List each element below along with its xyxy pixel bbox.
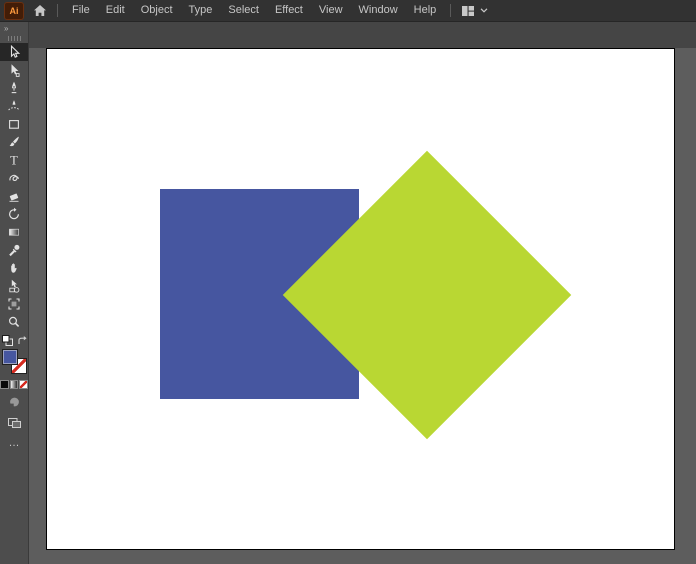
direct-selection-tool[interactable] xyxy=(0,61,28,79)
rectangle-tool[interactable] xyxy=(0,115,28,133)
color-mode-button[interactable] xyxy=(0,380,9,389)
workspace-switcher[interactable] xyxy=(457,5,492,17)
default-swatches-icon xyxy=(1,334,14,347)
menu-edit[interactable]: Edit xyxy=(98,0,133,21)
svg-text:T: T xyxy=(10,153,18,167)
type-tool[interactable]: T xyxy=(0,151,28,169)
menubar-divider xyxy=(450,4,451,17)
menu-select[interactable]: Select xyxy=(220,0,267,21)
selection-tool[interactable] xyxy=(0,43,28,61)
pasteboard[interactable] xyxy=(29,48,696,564)
zoom-tool[interactable] xyxy=(0,313,28,331)
document-area xyxy=(29,22,696,564)
collapse-panel-button[interactable]: » xyxy=(0,22,28,33)
menu-effect[interactable]: Effect xyxy=(267,0,311,21)
paintbrush-tool[interactable] xyxy=(0,133,28,151)
color-mode-buttons xyxy=(0,380,28,389)
menu-view[interactable]: View xyxy=(311,0,351,21)
paintbrush-icon xyxy=(7,135,21,149)
tools-panel: » xyxy=(0,22,29,564)
selection-arrow-icon xyxy=(7,45,21,59)
crop-corners-icon xyxy=(7,297,21,311)
illustrator-window: Ai File Edit Object Type Select Effect V… xyxy=(0,0,696,564)
eraser-tool[interactable] xyxy=(0,187,28,205)
direct-selection-arrow-icon xyxy=(7,63,21,77)
shaper-loop-icon xyxy=(7,171,21,185)
menu-help[interactable]: Help xyxy=(406,0,445,21)
cursor-shapes-icon xyxy=(7,279,21,293)
fill-stroke-indicator xyxy=(1,348,27,375)
artboard-tool[interactable] xyxy=(0,295,28,313)
rectangle-icon xyxy=(7,117,21,131)
eraser-block-icon xyxy=(7,189,21,203)
document-tab-strip xyxy=(29,22,696,48)
menu-bar: Ai File Edit Object Type Select Effect V… xyxy=(0,0,696,22)
hand-tool[interactable] xyxy=(0,259,28,277)
pen-nib-icon xyxy=(7,81,21,95)
gradient-tool[interactable] xyxy=(0,223,28,241)
shape-builder-tool[interactable] xyxy=(0,277,28,295)
menubar-divider xyxy=(57,4,58,17)
menu-window[interactable]: Window xyxy=(351,0,406,21)
default-fill-stroke-button[interactable] xyxy=(1,334,14,347)
gradient-mode-button[interactable] xyxy=(10,380,19,389)
workspace-layout-icon xyxy=(461,5,475,17)
pen-tool[interactable] xyxy=(0,79,28,97)
drawing-modes-button[interactable] xyxy=(0,396,28,409)
type-t-icon: T xyxy=(7,153,21,167)
eyedropper-icon xyxy=(7,243,21,257)
hand-glove-icon xyxy=(7,261,21,275)
none-mode-button[interactable] xyxy=(19,380,28,389)
app-logo[interactable]: Ai xyxy=(4,2,24,20)
shaper-tool[interactable] xyxy=(0,169,28,187)
menu-type[interactable]: Type xyxy=(181,0,221,21)
menu-items: File Edit Object Type Select Effect View… xyxy=(64,0,444,21)
gradient-square-icon xyxy=(7,225,21,239)
menu-object[interactable]: Object xyxy=(133,0,181,21)
magnifier-icon xyxy=(7,315,21,329)
drawing-mode-icon xyxy=(8,396,21,409)
swap-arrow-icon xyxy=(17,335,28,346)
curvature-tool[interactable] xyxy=(0,97,28,115)
chevron-down-icon xyxy=(480,8,488,13)
swap-fill-stroke-button[interactable] xyxy=(17,335,28,346)
menu-file[interactable]: File xyxy=(64,0,98,21)
eyedropper-tool[interactable] xyxy=(0,241,28,259)
curvature-pen-icon xyxy=(7,99,21,113)
screen-mode-icon xyxy=(7,416,22,429)
screen-mode-button[interactable] xyxy=(0,416,28,429)
rotate-tool[interactable] xyxy=(0,205,28,223)
artboard[interactable] xyxy=(46,48,675,550)
fill-swatch[interactable] xyxy=(2,349,18,365)
more-tools-button[interactable]: … xyxy=(0,438,28,448)
home-icon[interactable] xyxy=(29,2,51,20)
rotate-arrow-icon xyxy=(7,207,21,221)
panel-grip[interactable] xyxy=(8,36,21,41)
